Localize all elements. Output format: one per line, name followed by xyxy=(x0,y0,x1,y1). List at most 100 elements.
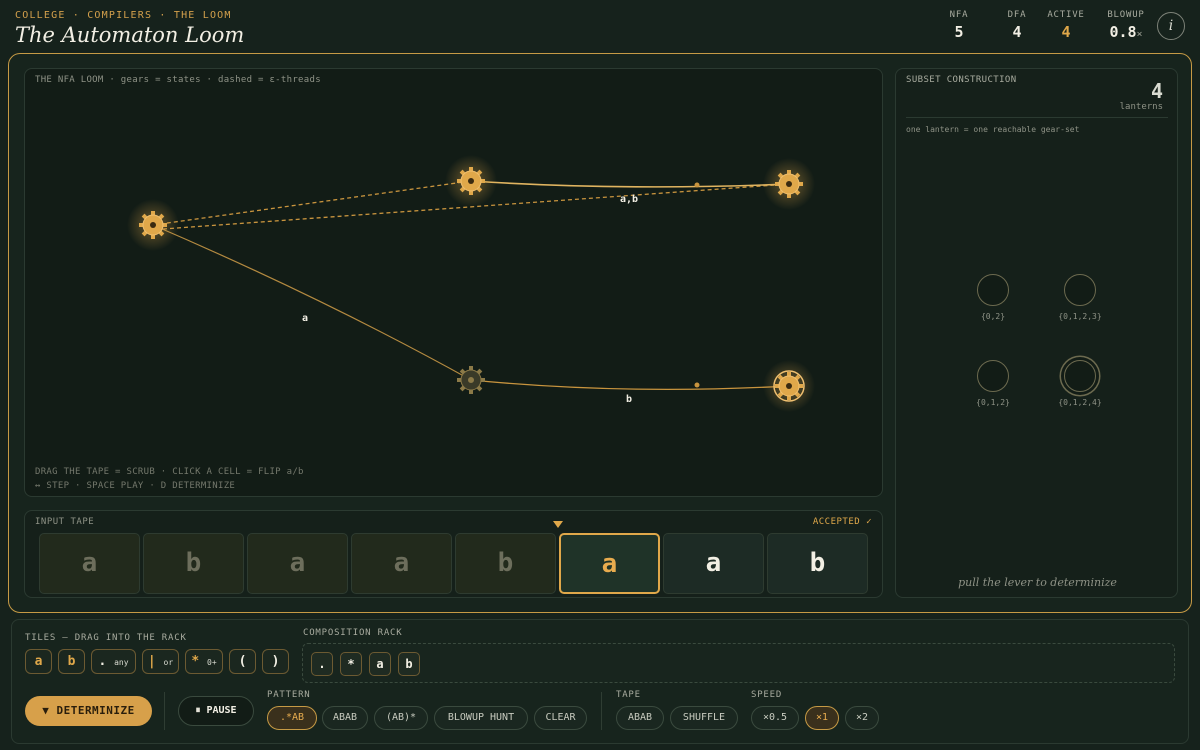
pattern-label: PATTERN xyxy=(267,690,311,700)
info-button[interactable]: i xyxy=(1157,12,1185,40)
edge-1-2 xyxy=(470,180,790,188)
tile-sub: or xyxy=(163,658,174,667)
composition-rack[interactable]: . * a b xyxy=(302,643,1175,683)
tile-a[interactable]: a xyxy=(25,649,52,674)
stat-dfa-value: 4 xyxy=(1012,23,1022,41)
gear-icon[interactable] xyxy=(127,199,179,251)
lantern[interactable]: {0,2} xyxy=(958,274,1028,321)
tile-lparen[interactable]: ( xyxy=(229,649,256,674)
edge-label-a: a xyxy=(302,313,308,324)
tape-cell[interactable]: b xyxy=(143,533,244,594)
determinize-button[interactable]: ▼ DETERMINIZE xyxy=(25,696,152,726)
divider xyxy=(164,692,165,730)
stat-dfa-label: DFA xyxy=(1007,10,1027,20)
tile-any[interactable]: . any xyxy=(91,649,136,674)
tape-cell[interactable]: a xyxy=(351,533,452,594)
lantern[interactable]: {0,1,2,3} xyxy=(1045,274,1115,321)
tile-glyph: . xyxy=(98,654,107,669)
tape-label: INPUT TAPE xyxy=(35,517,95,527)
lantern-set: {0,2} xyxy=(980,312,1006,321)
lever-hint: pull the lever to determinize xyxy=(958,576,1117,589)
rack-tile[interactable]: . xyxy=(311,652,333,676)
pattern-button[interactable]: (AB)* xyxy=(374,706,428,730)
rack-tile[interactable]: a xyxy=(369,652,391,676)
tape-cell[interactable]: a xyxy=(247,533,348,594)
tile-sub: 0+ xyxy=(207,658,217,667)
tile-sub: any xyxy=(114,658,129,667)
tile-rparen[interactable]: ) xyxy=(262,649,289,674)
gear-icon[interactable] xyxy=(457,366,485,394)
lantern-accepting-icon xyxy=(1064,360,1096,392)
page-title: The Automaton Loom xyxy=(15,23,245,47)
divider xyxy=(906,117,1168,118)
tape-cell[interactable]: b xyxy=(767,533,868,594)
lantern-accepting[interactable]: {0,1,2,4} xyxy=(1045,360,1115,407)
gear-icon[interactable] xyxy=(763,158,815,210)
tape-cell[interactable]: a xyxy=(39,533,140,594)
loom-help-line: ↔ STEP · SPACE PLAY · D DETERMINIZE xyxy=(35,481,236,491)
speed-button[interactable]: ×2 xyxy=(845,706,879,730)
pattern-button[interactable]: ABAB xyxy=(322,706,368,730)
loom-help-line: DRAG THE TAPE = SCRUB · CLICK A CELL = F… xyxy=(35,467,304,477)
stat-nfa-value: 5 xyxy=(954,23,964,41)
tile-star[interactable]: * 0+ xyxy=(185,649,223,674)
stat-active-value: 4 xyxy=(1061,23,1071,41)
lantern-icon xyxy=(977,360,1009,392)
gear-icon[interactable] xyxy=(763,360,815,412)
stat-dfa: DFA 4 xyxy=(1004,10,1030,41)
nfa-diagram: a,b a b xyxy=(127,155,815,412)
lantern-count-unit: lanterns xyxy=(1119,102,1163,112)
stat-active: ACTIVE 4 xyxy=(1046,10,1086,41)
lantern-icon xyxy=(1064,274,1096,306)
edge-3-4 xyxy=(470,379,790,391)
pause-button[interactable]: ⏸ PAUSE xyxy=(178,696,254,726)
tile-glyph: ) xyxy=(271,654,280,669)
tape-cell[interactable]: a xyxy=(663,533,764,594)
speed-label: SPEED xyxy=(751,690,783,700)
pattern-button[interactable]: BLOWUP HUNT xyxy=(434,706,528,730)
edge-label-b: b xyxy=(626,394,632,405)
tape-cell[interactable]: b xyxy=(455,533,556,594)
loom-help: DRAG THE TAPE = SCRUB · CLICK A CELL = F… xyxy=(35,465,304,493)
tile-b[interactable]: b xyxy=(58,649,85,674)
tile-or[interactable]: | or xyxy=(142,649,179,674)
speed-button-active[interactable]: ×1 xyxy=(805,706,839,730)
app-root: COLLEGE · COMPILERS · THE LOOM The Autom… xyxy=(0,0,1200,750)
nfa-loom-canvas[interactable]: a,b a b THE NFA LOOM · gears = states · … xyxy=(24,68,883,497)
speed-button[interactable]: ×0.5 xyxy=(751,706,799,730)
stat-active-label: ACTIVE xyxy=(1047,10,1085,20)
tape-preset-button[interactable]: ABAB xyxy=(616,706,664,730)
tape-controls-label: TAPE xyxy=(616,690,641,700)
info-icon: i xyxy=(1168,18,1174,34)
rack-tile[interactable]: * xyxy=(340,652,362,676)
lantern-set: {0,1,2,4} xyxy=(1058,398,1102,407)
thread-bead xyxy=(694,382,700,388)
tiles-label: TILES — DRAG INTO THE RACK xyxy=(25,633,187,643)
stat-nfa-label: NFA xyxy=(949,10,969,20)
stat-blowup: BLOWUP 0.8× xyxy=(1104,10,1148,41)
tile-glyph: a xyxy=(34,654,43,669)
rack-tile[interactable]: b xyxy=(398,652,420,676)
tape-head-marker[interactable] xyxy=(553,521,563,528)
subset-construction-panel: SUBSET CONSTRUCTION 4 lanterns one lante… xyxy=(895,68,1178,598)
gear-icon[interactable] xyxy=(445,155,497,207)
controls-bar: TILES — DRAG INTO THE RACK a b . any | o… xyxy=(11,619,1189,744)
stat-blowup-label: BLOWUP xyxy=(1107,10,1145,20)
lantern-count: 4 xyxy=(1150,79,1163,103)
edge-0-3 xyxy=(152,224,472,381)
lantern[interactable]: {0,1,2} xyxy=(958,360,1028,407)
lantern-icon xyxy=(977,274,1009,306)
lantern-set: {0,1,2,3} xyxy=(1058,312,1102,321)
stat-blowup-value-wrap: 0.8× xyxy=(1104,23,1148,41)
shuffle-button[interactable]: SHUFFLE xyxy=(670,706,738,730)
input-tape-panel[interactable]: INPUT TAPE ACCEPTED ✓ a b a a b a a b xyxy=(24,510,883,598)
tile-glyph: ( xyxy=(238,654,247,669)
clear-button[interactable]: CLEAR xyxy=(534,706,587,730)
tile-glyph: * xyxy=(191,654,200,669)
pattern-button-active[interactable]: .*AB xyxy=(267,706,317,730)
tape-cell-current[interactable]: a xyxy=(559,533,660,594)
header: COLLEGE · COMPILERS · THE LOOM The Autom… xyxy=(0,0,1200,52)
gear-layer xyxy=(127,155,815,412)
divider xyxy=(601,692,602,730)
tile-glyph: | xyxy=(147,654,156,669)
